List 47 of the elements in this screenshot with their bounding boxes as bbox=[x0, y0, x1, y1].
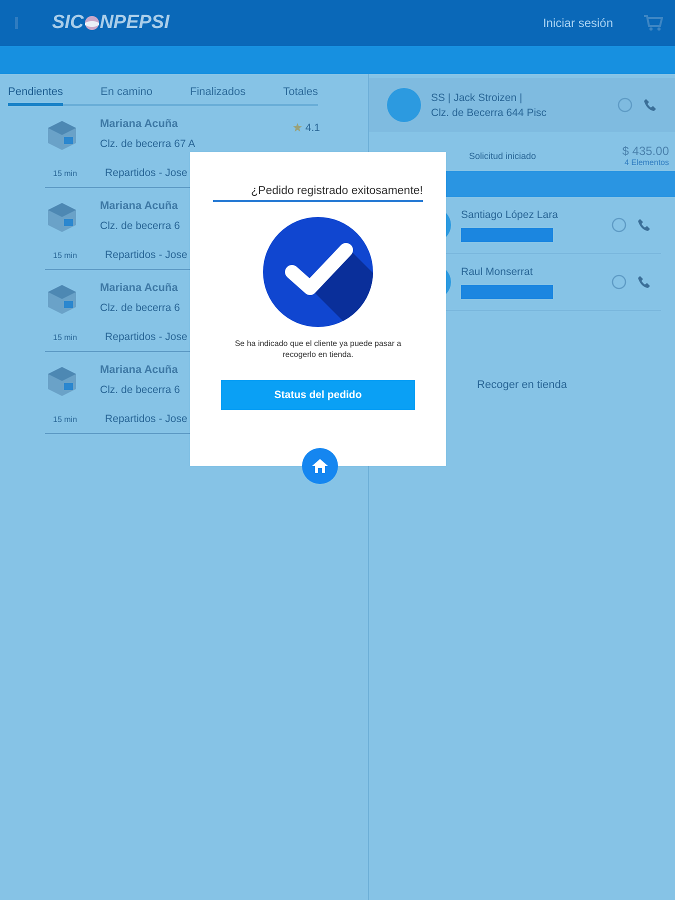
tab[interactable]: Finalizados bbox=[190, 80, 246, 106]
courier-label: Repartidos - Jose bbox=[105, 249, 188, 261]
customer-name: Mariana Acuña bbox=[100, 118, 179, 132]
courier-label: Repartidos - Jose bbox=[105, 413, 188, 425]
order-total: $ 435.00 bbox=[622, 144, 669, 158]
courier-label: Repartidos - Jose bbox=[105, 331, 188, 343]
package-icon bbox=[45, 364, 79, 398]
dialog-title: ¿Pedido registrado exitosamente! bbox=[213, 185, 423, 202]
package-icon bbox=[45, 200, 79, 234]
courier-label: Repartidos - Jose bbox=[105, 167, 188, 179]
phone-icon[interactable] bbox=[637, 218, 651, 232]
address: Clz. de becerra 6 bbox=[100, 302, 180, 316]
package-icon bbox=[45, 282, 79, 316]
item-count: 4 Elementos bbox=[624, 158, 669, 167]
customer-name: Mariana Acuña bbox=[100, 282, 179, 296]
package-icon bbox=[45, 118, 79, 152]
delivery-time: 15 min bbox=[53, 250, 78, 260]
pickup-label: Recoger en tienda bbox=[476, 379, 568, 391]
star-icon bbox=[293, 123, 302, 132]
logo: SIC NPEPSI bbox=[52, 12, 170, 34]
checkmark-icon bbox=[262, 216, 374, 328]
order-status: Solicitud iniciado bbox=[469, 150, 536, 160]
delivery-time: 15 min bbox=[53, 168, 78, 178]
store-address: Clz. de Becerra 644 Pisc bbox=[431, 106, 548, 118]
customer-name: Mariana Acuña bbox=[100, 200, 179, 214]
phone-icon[interactable] bbox=[637, 275, 651, 289]
courier-name: Raul Monserrat bbox=[461, 266, 534, 278]
order-status-button[interactable]: Status del pedido bbox=[221, 380, 415, 410]
delivery-time: 15 min bbox=[53, 332, 78, 342]
phone-icon[interactable] bbox=[643, 98, 657, 112]
store-avatar bbox=[387, 88, 421, 122]
dialog-message: Se ha indicado que el cliente ya puede pasar a recogerlo en tienda. bbox=[234, 338, 402, 360]
address: Clz. de becerra 6 bbox=[100, 220, 180, 234]
tab[interactable]: Pendientes bbox=[8, 80, 64, 106]
address: Clz. de becerra 6 bbox=[100, 384, 180, 398]
delivery-time: 15 min bbox=[53, 414, 78, 424]
rating: 4.1 bbox=[305, 122, 320, 134]
address: Clz. de becerra 67 A bbox=[100, 138, 196, 152]
store-name: SS | Jack Stroizen | bbox=[431, 92, 524, 104]
tab[interactable]: Totales bbox=[283, 80, 318, 106]
tab[interactable]: En camino bbox=[100, 80, 153, 106]
home-button[interactable] bbox=[302, 448, 338, 484]
home-icon bbox=[311, 457, 329, 475]
courier-name: Santiago López Lara bbox=[461, 208, 559, 220]
customer-name: Mariana Acuña bbox=[100, 364, 179, 378]
login-link[interactable]: Iniciar sesión bbox=[542, 16, 613, 30]
cart-icon[interactable] bbox=[643, 14, 663, 32]
